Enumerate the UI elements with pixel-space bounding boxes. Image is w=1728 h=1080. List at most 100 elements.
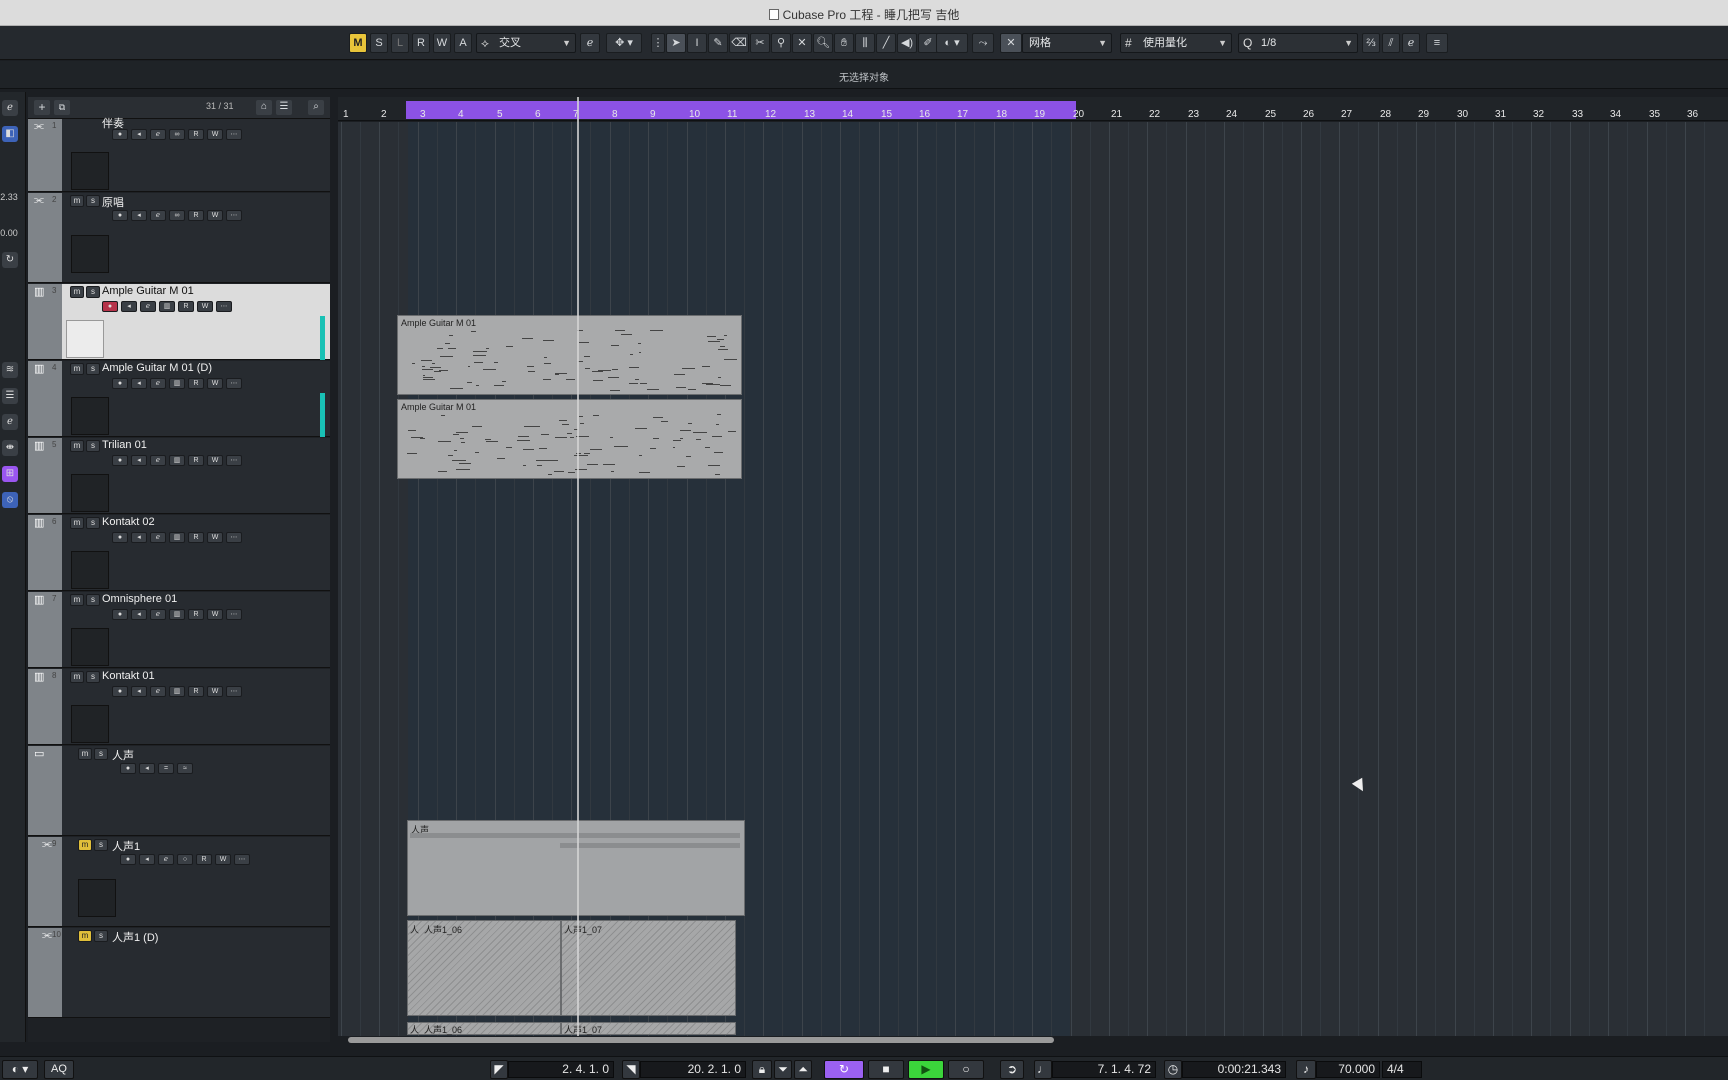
write-button[interactable]: W — [207, 609, 223, 620]
more-icon[interactable]: ⋯ — [226, 686, 242, 697]
record-icon[interactable]: ● — [120, 763, 136, 774]
solo-button[interactable]: s — [94, 839, 108, 851]
track-preset-icon[interactable]: ⧉ — [54, 100, 70, 115]
track-row[interactable]: ▥ 8 m s Kontakt 01 ● ◂ ℯ ▥ R W ⋯ — [28, 669, 330, 745]
record-icon[interactable]: ● — [112, 455, 128, 466]
glue-tool[interactable]: ⚲ — [771, 33, 791, 53]
list-icon[interactable]: ☰ — [2, 388, 18, 404]
monitor-icon[interactable]: ◂ — [131, 609, 147, 620]
track-row[interactable]: ⫘ 1 伴奏 ● ◂ ℯ ∞ R W ⋯ — [28, 118, 330, 192]
track-name[interactable]: Ample Guitar M 01 (D) — [102, 362, 212, 374]
clock-icon[interactable]: ◷ — [1164, 1060, 1182, 1079]
record-icon[interactable]: ● — [120, 854, 136, 865]
record-enable-icon[interactable]: ● — [102, 301, 118, 312]
track-name[interactable]: 人声 — [112, 747, 134, 763]
solo-button[interactable]: s — [86, 594, 100, 606]
project-cursor[interactable] — [577, 97, 579, 1037]
read-button[interactable]: R — [188, 455, 204, 466]
color-tool[interactable]: ✐ — [918, 33, 938, 53]
color-menu-button[interactable]: ◐ ▾ — [936, 33, 968, 53]
apply-quantize-button[interactable]: ⫽ — [1382, 33, 1400, 53]
edit-in-place-button[interactable]: ℯ — [580, 33, 600, 53]
solo-button[interactable]: s — [86, 195, 100, 207]
pencil-tool[interactable]: ✎ — [708, 33, 728, 53]
more-icon[interactable]: ⋯ — [216, 301, 232, 312]
mute-button[interactable]: m — [78, 839, 92, 851]
instrument-icon[interactable]: ▥ — [169, 609, 185, 620]
home-icon[interactable]: ⌂ — [256, 100, 272, 115]
automation-icon[interactable]: ≈ — [177, 763, 193, 774]
list-icon[interactable]: ☰ — [276, 100, 292, 115]
record-icon[interactable]: ● — [112, 378, 128, 389]
bypass-icon[interactable]: ⦸ — [2, 492, 18, 508]
mute-tool[interactable]: ✕ — [792, 33, 812, 53]
mute-button[interactable]: m — [70, 671, 84, 683]
mute-button[interactable]: m — [78, 930, 92, 942]
edit-icon[interactable]: ℯ — [150, 686, 166, 697]
track-name[interactable]: Ample Guitar M 01 — [102, 285, 194, 297]
read-button[interactable]: R — [188, 532, 204, 543]
monitor-icon[interactable]: ◂ — [131, 532, 147, 543]
monitor-icon[interactable]: ◂ — [131, 686, 147, 697]
time-signature-field[interactable]: 4/4 — [1382, 1061, 1422, 1078]
punch-out-icon[interactable]: ⏶ — [794, 1060, 812, 1079]
solo-button[interactable]: s — [86, 440, 100, 452]
grid-type-dropdown[interactable]: # 使用量化 ▼ — [1120, 33, 1232, 53]
track-name[interactable]: Trilian 01 — [102, 439, 147, 451]
record-button[interactable]: ○ — [948, 1060, 984, 1079]
mode-r-button[interactable]: R — [412, 33, 430, 53]
folder-track-row[interactable]: ▭ m s 人声 ● ◂ = ≈ — [28, 746, 330, 836]
mode-m-button[interactable]: M — [349, 33, 367, 53]
write-button[interactable]: W — [207, 129, 223, 140]
record-icon[interactable]: ● — [112, 609, 128, 620]
mute-button[interactable]: m — [70, 517, 84, 529]
edit-icon[interactable]: ℯ — [150, 609, 166, 620]
read-button[interactable]: R — [196, 854, 212, 865]
left-locator-field[interactable]: 2. 4. 1. 0 — [508, 1061, 614, 1078]
monitor-icon[interactable]: ◂ — [121, 301, 137, 312]
mute-button[interactable]: m — [70, 594, 84, 606]
mute-button[interactable]: m — [78, 748, 92, 760]
equalizer-icon[interactable]: ≋ — [2, 362, 18, 378]
primary-time-display[interactable]: 7. 1. 4. 72 — [1052, 1061, 1156, 1078]
left-locator-icon[interactable]: ◤ — [490, 1060, 508, 1079]
punch-in-icon[interactable]: ⏷ — [774, 1060, 792, 1079]
add-track-button[interactable]: + — [34, 100, 50, 115]
mute-button[interactable]: m — [70, 286, 84, 298]
instrument-icon[interactable]: ▥ — [169, 378, 185, 389]
mode-s-button[interactable]: S — [370, 33, 388, 53]
track-name[interactable]: Kontakt 02 — [102, 516, 155, 528]
window-layout-button[interactable]: ≡ — [1426, 33, 1448, 53]
audio-event-vocal-07[interactable]: 人声1_07 — [561, 920, 736, 1016]
edit-icon[interactable]: ℯ — [158, 854, 174, 865]
object-select-tool[interactable]: ➤ — [666, 33, 686, 53]
write-button[interactable]: W — [197, 301, 213, 312]
link-icon[interactable]: ∞ — [169, 129, 185, 140]
solo-button[interactable]: s — [86, 517, 100, 529]
monitor-icon[interactable]: ◂ — [139, 854, 155, 865]
auto-scroll-button[interactable]: ⤳ — [972, 33, 994, 53]
record-icon[interactable]: ● — [112, 686, 128, 697]
more-icon[interactable]: ⋯ — [226, 532, 242, 543]
iterative-quantize-button[interactable]: ℯ — [1402, 33, 1420, 53]
solo-button[interactable]: s — [86, 286, 100, 298]
edit-icon[interactable]: ℯ — [150, 378, 166, 389]
refresh-icon[interactable]: ↻ — [2, 252, 18, 268]
edit-icon[interactable]: ℯ — [2, 100, 18, 116]
write-button[interactable]: W — [207, 455, 223, 466]
solo-button[interactable]: s — [86, 671, 100, 683]
split-tool[interactable]: ✂ — [750, 33, 770, 53]
more-icon[interactable]: ⋯ — [234, 854, 250, 865]
record-icon[interactable]: ● — [112, 210, 128, 221]
solo-button[interactable]: s — [94, 930, 108, 942]
monitor-icon[interactable]: ◂ — [131, 129, 147, 140]
follow-icon[interactable]: ➲ — [1000, 1060, 1024, 1079]
solo-button[interactable]: s — [94, 748, 108, 760]
mode-w-button[interactable]: W — [433, 33, 451, 53]
mute-button[interactable]: m — [70, 440, 84, 452]
tempo-track-icon[interactable]: ♪ — [1296, 1060, 1316, 1079]
right-locator-icon[interactable]: ◥ — [622, 1060, 640, 1079]
read-button[interactable]: R — [188, 609, 204, 620]
zoom-tool[interactable]: 🔍︎ — [813, 33, 833, 53]
comp-tool[interactable]: ⫼ — [855, 33, 875, 53]
